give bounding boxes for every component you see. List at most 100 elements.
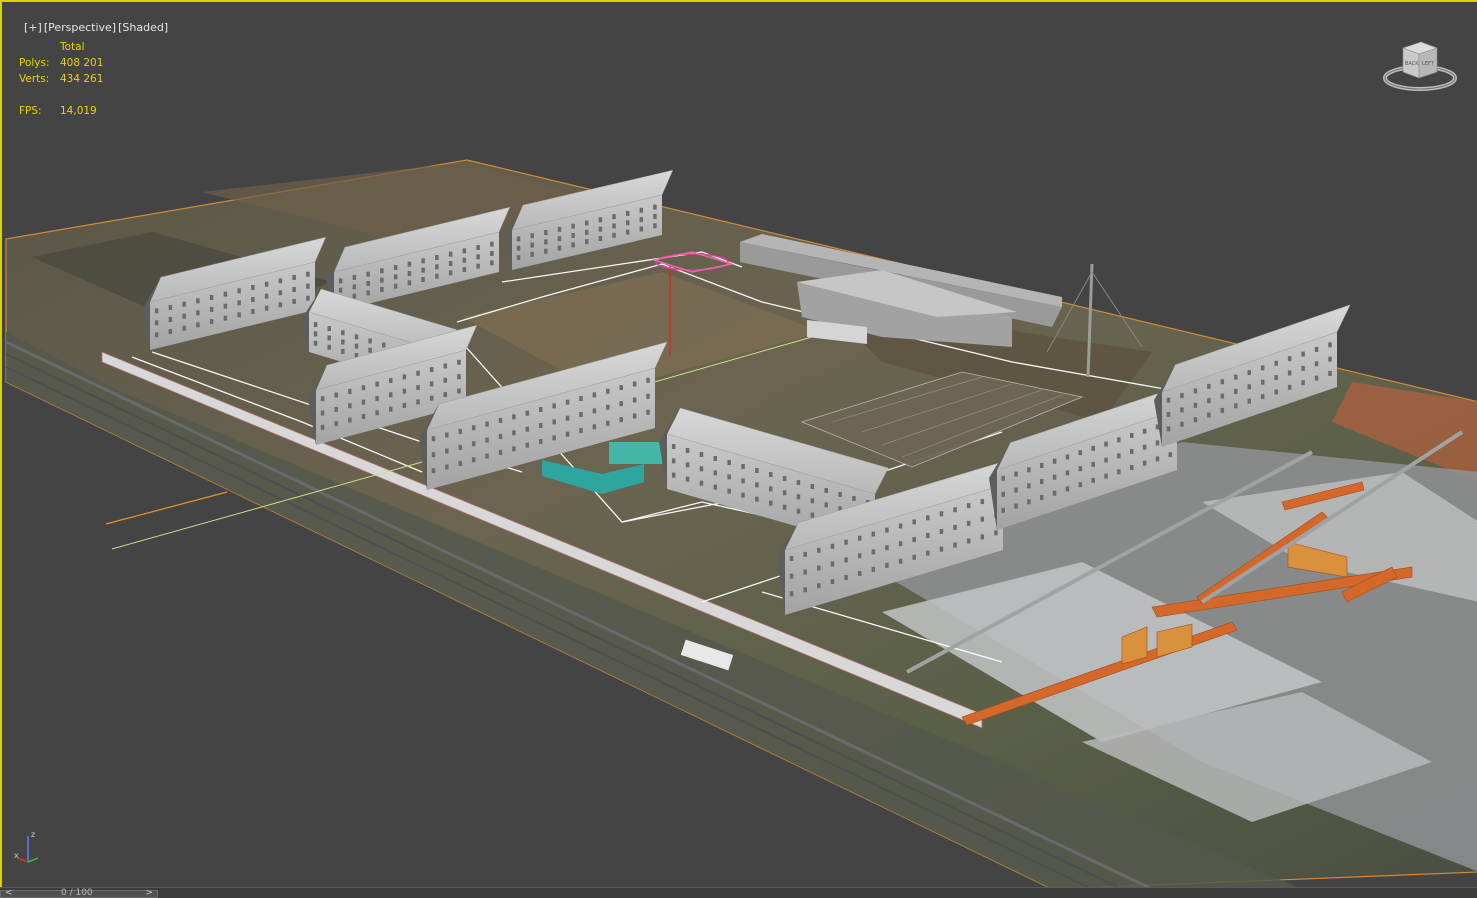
building-window <box>871 549 876 555</box>
building-window <box>209 307 214 312</box>
building-window <box>313 322 318 328</box>
building-window <box>327 326 331 332</box>
building-window <box>994 530 998 536</box>
building-window <box>445 432 449 438</box>
building-window <box>625 210 630 216</box>
fps-label: FPS: <box>19 105 42 117</box>
building-window <box>727 460 731 465</box>
building-window <box>1014 503 1018 509</box>
building-window <box>912 537 916 543</box>
viewcube-back-label[interactable]: BACK <box>1405 61 1419 67</box>
building-window <box>1193 402 1198 408</box>
building-window <box>1301 351 1305 357</box>
building-window <box>278 302 283 308</box>
building-window <box>565 399 570 405</box>
time-slider-bar[interactable]: < 0 / 100 > <box>0 887 1477 898</box>
building-window <box>852 496 856 501</box>
building-window <box>416 399 420 405</box>
building-window <box>619 417 623 423</box>
viewcube-left-label[interactable]: LEFT <box>1422 61 1435 67</box>
building-window <box>264 293 269 299</box>
building-window <box>769 472 773 477</box>
building-window <box>530 251 534 257</box>
building-window <box>458 460 463 466</box>
building-window <box>264 305 269 311</box>
building-window <box>653 213 657 219</box>
building-window <box>292 299 296 304</box>
building-window <box>838 492 842 497</box>
viewcube-widget[interactable]: BACK LEFT <box>1381 38 1459 96</box>
building-window <box>844 557 848 563</box>
perspective-viewport[interactable]: [+] [Perspective] [Shaded] Total Polys: 408… <box>0 0 1477 897</box>
building-window <box>1065 470 1070 476</box>
building-window <box>457 374 461 380</box>
building-window <box>1301 380 1305 386</box>
building-window <box>1166 397 1171 403</box>
building-window <box>1314 346 1319 352</box>
building-window <box>448 270 453 276</box>
building-window <box>435 273 439 279</box>
building-window <box>168 329 173 334</box>
building-window <box>844 575 848 581</box>
building-window <box>485 421 489 427</box>
building-window <box>416 370 420 376</box>
building-window <box>407 261 412 267</box>
building-window <box>539 423 543 428</box>
building-window <box>817 565 821 571</box>
building-window <box>407 271 412 276</box>
building-window <box>154 308 159 314</box>
building-window <box>632 413 637 419</box>
building-window <box>168 317 173 322</box>
viewport-pov-label[interactable]: [Perspective] <box>44 21 116 34</box>
building-window <box>571 233 575 239</box>
building-window <box>382 342 386 348</box>
building-window <box>796 494 801 500</box>
building-window <box>445 464 449 470</box>
building-window <box>782 476 787 481</box>
building-window <box>926 533 930 539</box>
building-window <box>565 431 570 437</box>
teal-object <box>609 442 662 464</box>
building-window <box>278 290 283 296</box>
building-window <box>348 388 352 394</box>
viewport-shading-label[interactable]: [Shaded] <box>118 21 168 34</box>
building-window <box>1234 403 1238 409</box>
scene-canvas[interactable] <box>2 2 1477 897</box>
building-window <box>237 300 241 306</box>
building-window <box>1027 483 1031 489</box>
building-window <box>1180 407 1184 413</box>
building-window <box>713 456 718 461</box>
viewport-label[interactable]: [+] [Perspective] [Shaded] <box>10 8 170 47</box>
building-window <box>462 257 467 263</box>
building-window <box>606 388 610 394</box>
building-window <box>429 367 434 373</box>
building-window <box>639 207 644 213</box>
building-window <box>585 229 589 235</box>
building-window <box>782 490 787 496</box>
building-window <box>685 448 690 453</box>
building-window <box>320 424 325 430</box>
building-window <box>699 452 704 457</box>
building-window <box>1328 356 1332 362</box>
building-window <box>1287 370 1292 376</box>
viewport-menu-plus[interactable]: [+] <box>24 21 42 34</box>
building-window <box>375 381 379 387</box>
building-window <box>699 480 704 486</box>
building-window <box>352 275 357 280</box>
building-window <box>196 322 200 328</box>
building-window <box>585 239 589 245</box>
building-window <box>1040 495 1044 500</box>
building-window <box>431 452 436 458</box>
building-window <box>168 305 173 310</box>
building-window <box>953 524 957 530</box>
building-window <box>421 277 425 282</box>
building-window <box>402 388 407 394</box>
building-window <box>431 468 436 474</box>
building-window <box>471 425 476 431</box>
building-window <box>817 583 821 589</box>
building-window <box>445 448 449 454</box>
building-window <box>632 381 637 387</box>
building-window <box>251 309 255 314</box>
building-window <box>592 424 597 430</box>
building-window <box>292 287 296 292</box>
